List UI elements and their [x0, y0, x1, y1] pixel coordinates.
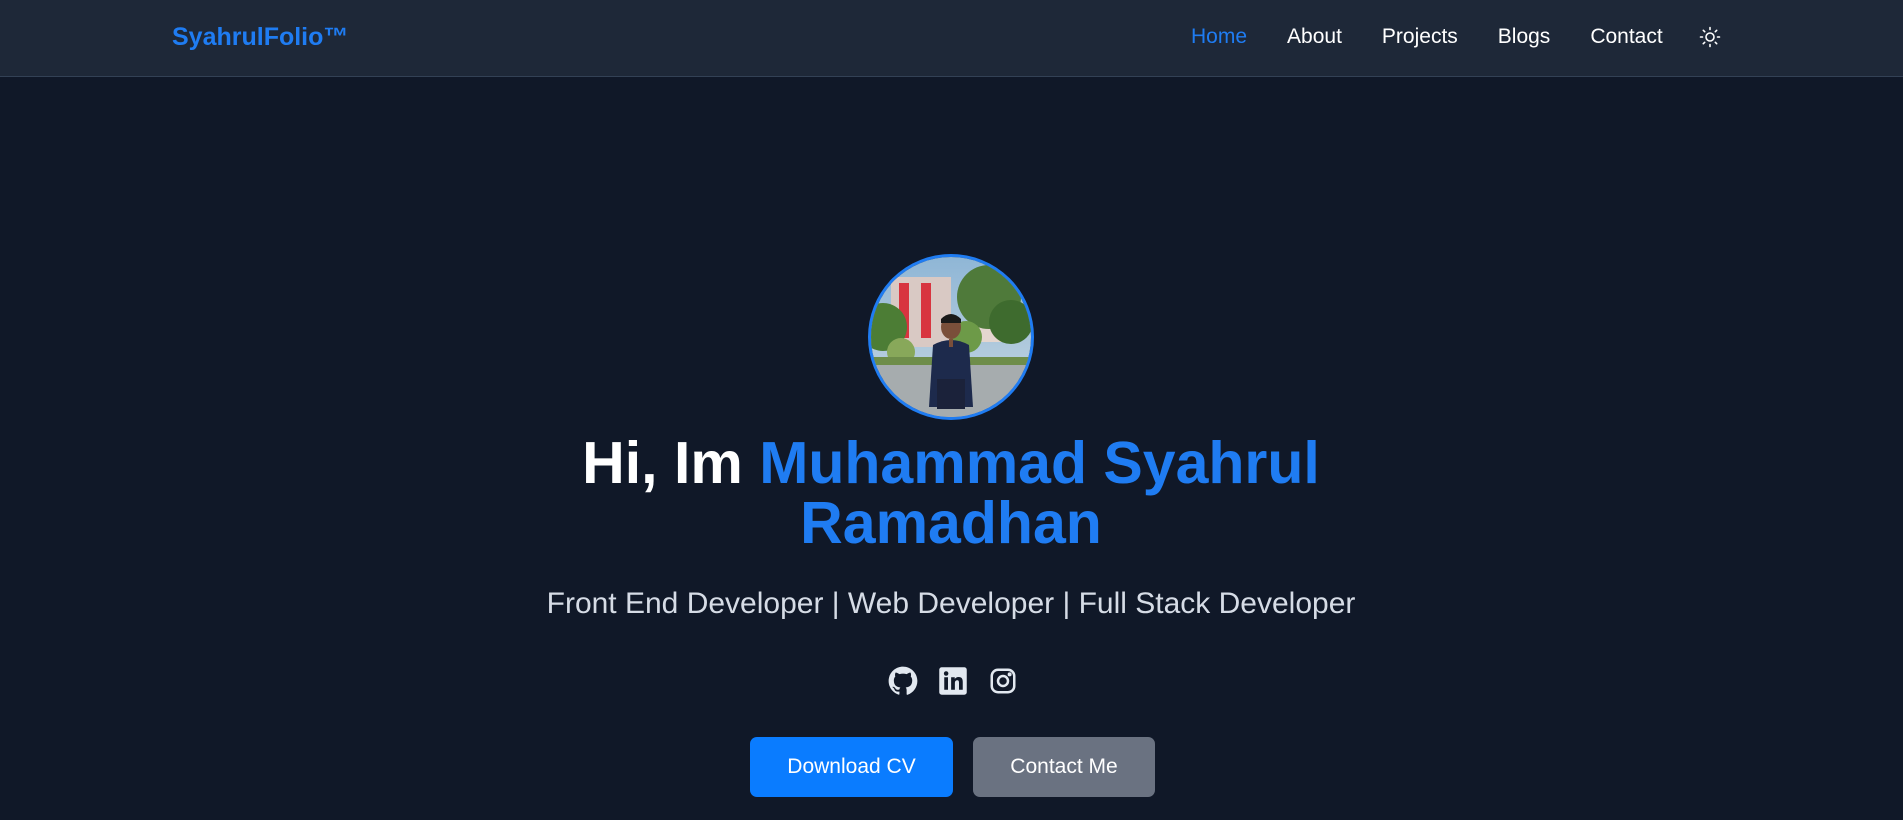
nav-links: Home About Projects Blogs Contact: [1191, 25, 1703, 49]
brand-logo[interactable]: SyahrulFolio™: [172, 23, 348, 52]
nav-link-projects[interactable]: Projects: [1382, 25, 1458, 49]
github-icon[interactable]: [888, 666, 918, 696]
name-line-1: Muhammad Syahrul: [759, 430, 1320, 496]
sun-icon[interactable]: [1698, 25, 1722, 49]
contact-me-button[interactable]: Contact Me: [973, 737, 1155, 797]
navbar: SyahrulFolio™ Home About Projects Blogs …: [0, 0, 1903, 77]
nav-link-contact[interactable]: Contact: [1590, 25, 1662, 49]
linkedin-icon[interactable]: [938, 666, 968, 696]
hero-subtitle: Front End Developer | Web Developer | Fu…: [546, 587, 1356, 620]
instagram-icon[interactable]: [988, 666, 1018, 696]
greeting-text: Hi, Im: [582, 430, 760, 496]
download-cv-button[interactable]: Download CV: [750, 737, 953, 797]
hero-section: Hi, Im Muhammad Syahrul Ramadhan Front E…: [0, 77, 1903, 820]
social-links: [888, 666, 1038, 696]
nav-link-home[interactable]: Home: [1191, 25, 1247, 49]
nav-link-about[interactable]: About: [1287, 25, 1342, 49]
name-line-2: Ramadhan: [800, 490, 1102, 556]
profile-photo: [871, 257, 1031, 417]
profile-avatar: [868, 254, 1034, 420]
nav-link-blogs[interactable]: Blogs: [1498, 25, 1551, 49]
hero-headline: Hi, Im Muhammad Syahrul Ramadhan: [451, 433, 1451, 553]
